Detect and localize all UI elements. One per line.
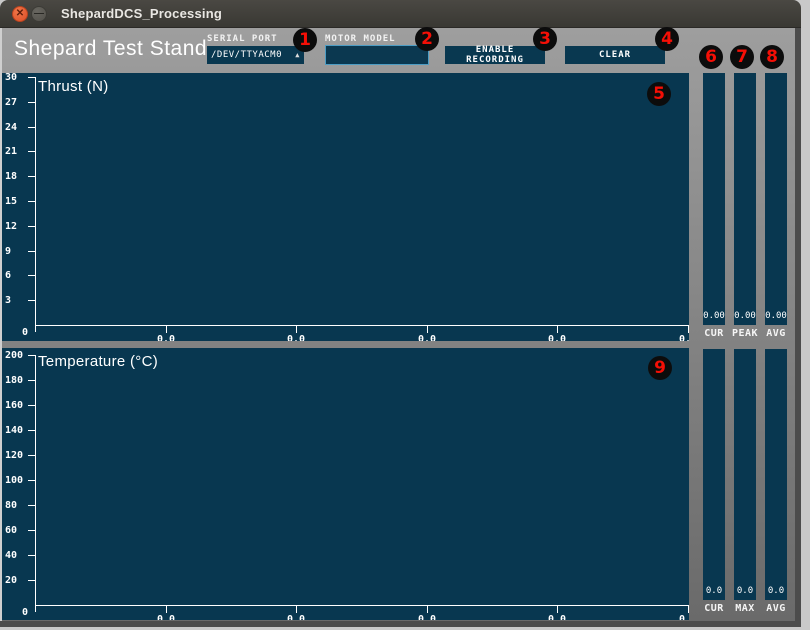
x-tick-label: 0.0 [282, 614, 310, 620]
close-button[interactable]: ✕ [12, 6, 28, 22]
y-tick-label: 40 [5, 550, 31, 561]
temp-avg-bar: 0.0 [765, 349, 787, 600]
x-tick-mark [557, 326, 558, 333]
minimize-button[interactable]: — [31, 6, 47, 22]
app-title: Shepard Test Stand [14, 37, 207, 61]
y-tick-label: 160 [5, 400, 31, 411]
y-tick-label: 100 [5, 475, 31, 486]
x-tick-mark [688, 606, 689, 613]
temp-cur-value: 0.0 [703, 586, 725, 596]
motor-model-input[interactable] [325, 45, 429, 65]
application-window: ✕ — ShepardDCS_Processing Shepard Test S… [0, 0, 810, 630]
y-tick-label: 60 [5, 525, 31, 536]
x-tick-mark [427, 326, 428, 333]
temp-cur-caption: CUR [697, 603, 731, 614]
x-tick-mark [688, 326, 689, 333]
thrust-peak-bar: 0.00 [734, 73, 756, 325]
title-bar: ✕ — ShepardDCS_Processing [0, 0, 801, 28]
origin-label: 0 [19, 327, 31, 338]
y-tick-label: 140 [5, 425, 31, 436]
y-tick-label: 3 [5, 295, 31, 306]
x-tick-mark [166, 606, 167, 613]
x-axis-line [35, 605, 689, 606]
y-axis-line [35, 355, 36, 606]
temp-avg-caption: AVG [759, 603, 793, 614]
annotation-badge-4: 4 [655, 27, 679, 51]
thrust-cur-bar: 0.00 [703, 73, 725, 325]
thrust-avg-caption: AVG [759, 328, 793, 339]
annotation-badge-7: 7 [730, 45, 754, 69]
origin-tick-mark [35, 326, 36, 332]
y-tick-label: 18 [5, 171, 31, 182]
y-axis-line [35, 77, 36, 326]
x-tick-label: 0.0 [152, 334, 180, 341]
x-tick-mark [296, 606, 297, 613]
annotation-badge-5: 5 [647, 82, 671, 106]
annotation-badge-1: 1 [293, 28, 317, 52]
temp-cur-bar: 0.0 [703, 349, 725, 600]
x-axis-line [35, 325, 689, 326]
serial-port-label: SERIAL PORT [207, 34, 278, 44]
y-tick-label: 12 [5, 221, 31, 232]
y-tick-label: 80 [5, 500, 31, 511]
origin-tick-mark [35, 606, 36, 612]
temperature-chart-title: Temperature (°C) [38, 353, 158, 370]
clear-button[interactable]: CLEAR [565, 46, 665, 64]
close-icon: ✕ [16, 9, 24, 19]
x-tick-label: 0.0 [543, 334, 571, 341]
y-tick-label: 9 [5, 246, 31, 257]
annotation-badge-8: 8 [760, 45, 784, 69]
y-tick-label: 21 [5, 146, 31, 157]
annotation-badge-2: 2 [415, 27, 439, 51]
annotation-badge-9: 9 [648, 356, 672, 380]
minimize-icon: — [34, 9, 44, 19]
x-tick-mark [427, 606, 428, 613]
x-tick-label: 0.0 [543, 614, 571, 620]
motor-model-label: MOTOR MODEL [325, 34, 396, 44]
x-tick-label: 0.0 [674, 334, 689, 341]
enable-recording-button[interactable]: ENABLE RECORDING [445, 46, 545, 64]
window-edge-bottom [0, 621, 801, 627]
annotation-badge-3: 3 [533, 27, 557, 51]
thrust-cur-value: 0.00 [703, 311, 725, 321]
y-tick-label: 120 [5, 450, 31, 461]
thrust-peak-caption: PEAK [728, 328, 762, 339]
y-tick-label: 15 [5, 196, 31, 207]
x-tick-label: 0.0 [674, 614, 689, 620]
temp-max-caption: MAX [728, 603, 762, 614]
origin-label: 0 [19, 607, 31, 618]
thrust-chart-title: Thrust (N) [38, 78, 109, 95]
x-tick-label: 0.0 [152, 614, 180, 620]
thrust-avg-value: 0.00 [765, 311, 787, 321]
x-tick-mark [557, 606, 558, 613]
temperature-chart-panel: Temperature (°C) 20 40 60 80 100 120 140 160 180… [2, 348, 689, 620]
dropdown-arrow-icon: ▲ [295, 51, 300, 59]
x-tick-label: 0.0 [413, 334, 441, 341]
y-tick-label: 20 [5, 575, 31, 586]
x-tick-mark [166, 326, 167, 333]
window-title: ShepardDCS_Processing [61, 0, 222, 28]
window-edge-right [795, 28, 801, 627]
temp-max-value: 0.0 [734, 586, 756, 596]
y-tick-label: 180 [5, 375, 31, 386]
y-tick-label: 200 [5, 350, 31, 361]
serial-port-value: /DEV/TTYACM0 [211, 50, 282, 60]
x-tick-label: 0.0 [282, 334, 310, 341]
thrust-chart-panel: Thrust (N) 3 6 9 12 15 18 21 24 27 30 0.0 0.0 0.0 0.0… [2, 73, 689, 341]
y-tick-label: 27 [5, 97, 31, 108]
y-tick-label: 30 [5, 73, 31, 83]
annotation-badge-6: 6 [699, 45, 723, 69]
temp-avg-value: 0.0 [765, 586, 787, 596]
serial-port-dropdown[interactable]: /DEV/TTYACM0 ▲ [207, 46, 304, 64]
x-tick-mark [296, 326, 297, 333]
temp-max-bar: 0.0 [734, 349, 756, 600]
y-tick-label: 24 [5, 122, 31, 133]
thrust-cur-caption: CUR [697, 328, 731, 339]
x-tick-label: 0.0 [413, 614, 441, 620]
y-tick-label: 6 [5, 270, 31, 281]
thrust-avg-bar: 0.00 [765, 73, 787, 325]
thrust-peak-value: 0.00 [734, 311, 756, 321]
